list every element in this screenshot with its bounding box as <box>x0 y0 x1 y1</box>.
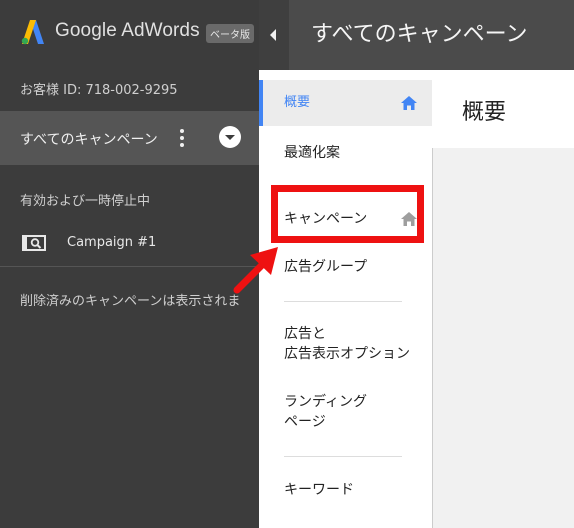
sidebar-divider <box>0 266 259 267</box>
main-content <box>432 148 574 528</box>
nav-divider <box>284 456 402 457</box>
nav-item-overview[interactable]: 概要 <box>259 80 432 126</box>
campaign-name: Campaign #1 <box>67 235 157 250</box>
all-campaigns-selector[interactable]: すべてのキャンペーン <box>0 111 259 165</box>
page-title: 概要 <box>462 100 507 125</box>
top-bar: すべてのキャンペーン <box>259 0 574 70</box>
main-header: 概要 <box>432 70 574 149</box>
nav-item-ad-groups[interactable]: 広告グループ <box>259 248 432 288</box>
nav-label: 広告グループ <box>284 259 368 275</box>
top-bar-title: すべてのキャンペーン <box>311 22 528 47</box>
nav-label: 広告表示オプション <box>284 346 410 362</box>
active-indicator <box>259 80 263 126</box>
nav-item-recommendations[interactable]: 最適化案 <box>259 134 432 174</box>
nav-item-ads-extensions[interactable]: 広告と 広告表示オプション <box>259 320 432 368</box>
collapse-icon[interactable] <box>259 0 289 70</box>
home-icon[interactable] <box>400 95 418 111</box>
nav-divider <box>284 301 402 302</box>
nav-label: ページ <box>284 414 326 430</box>
campaign-search-icon <box>22 235 46 251</box>
customer-id: お客様 ID: 718-002-9295 <box>20 83 178 98</box>
arrow-annotation <box>233 247 278 294</box>
account-sidebar: Google AdWords ベータ版 お客様 ID: 718-002-9295… <box>0 0 259 528</box>
deleted-campaigns-note: 削除済みのキャンペーンは表示されま <box>20 294 241 309</box>
dropdown-icon[interactable] <box>219 126 241 148</box>
all-campaigns-label: すべてのキャンペーン <box>20 132 158 148</box>
campaign-item[interactable]: Campaign #1 <box>0 228 259 260</box>
nav-label: 広告と <box>284 326 326 342</box>
nav-label: 最適化案 <box>284 145 340 161</box>
highlight-box <box>271 185 424 243</box>
page-nav: 概要 最適化案 キャンペーン 広告グループ 広告と 広告表示オプション ランディ… <box>259 70 432 528</box>
section-active-paused: 有効および一時停止中 <box>20 194 151 209</box>
beta-badge: ベータ版 <box>206 24 254 43</box>
nav-label: 概要 <box>284 95 311 110</box>
nav-label: キーワード <box>284 482 354 498</box>
adwords-logo-icon <box>21 20 44 45</box>
nav-item-landing-pages[interactable]: ランディング ページ <box>259 388 432 436</box>
more-vert-icon[interactable] <box>175 127 189 149</box>
brand-name: Google AdWords <box>55 20 200 41</box>
nav-label: ランディング <box>284 394 368 410</box>
nav-item-keywords[interactable]: キーワード <box>259 472 432 512</box>
